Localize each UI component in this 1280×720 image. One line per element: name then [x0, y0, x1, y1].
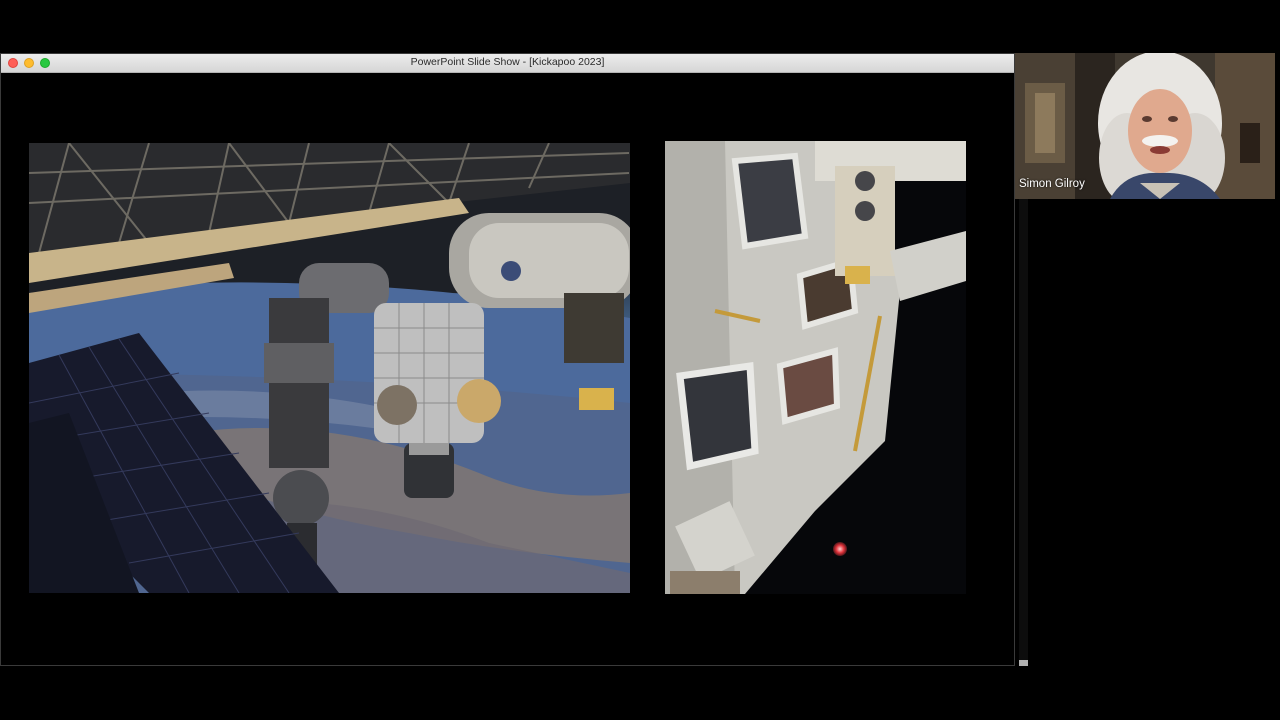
laser-pointer: [833, 542, 847, 556]
slideshow-window: PowerPoint Slide Show - [Kickapoo 2023]: [0, 53, 1015, 666]
space-station-over-earth-image: [29, 143, 630, 593]
participant-name-label: Simon Gilroy: [1019, 178, 1085, 190]
window-titlebar[interactable]: PowerPoint Slide Show - [Kickapoo 2023]: [1, 54, 1014, 73]
screen: PowerPoint Slide Show - [Kickapoo 2023]: [0, 0, 1280, 720]
window-title: PowerPoint Slide Show - [Kickapoo 2023]: [410, 56, 605, 68]
space-station-cupola-image: [665, 141, 966, 594]
side-panel-scrollbar[interactable]: [1019, 199, 1028, 665]
participant-video-tile[interactable]: Simon Gilroy: [1015, 53, 1275, 199]
side-panel-scroll-thumb[interactable]: [1019, 660, 1028, 666]
slide-canvas[interactable]: [1, 73, 1014, 665]
